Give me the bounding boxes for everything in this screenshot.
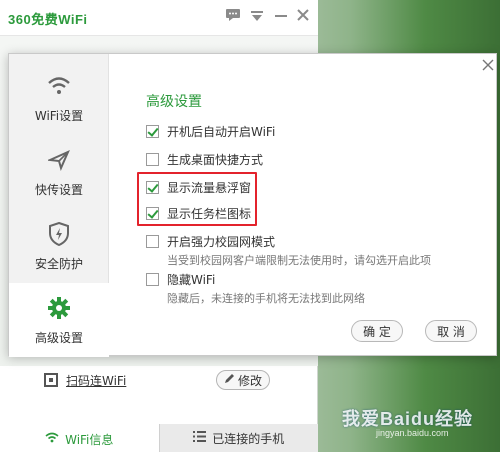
annotation-highlight [137, 172, 257, 226]
scan-row[interactable]: 扫码连WiFi [44, 372, 126, 388]
option-description: 隐藏后，未连接的手机将无法找到此网络 [167, 292, 365, 305]
app-brand: 360免费WiFi [8, 12, 88, 27]
sidebar-item-transfer-settings[interactable]: 快传设置 [9, 135, 109, 209]
option-description: 当受到校园网客户端限制无法使用时，请勾选开启此项 [167, 254, 431, 267]
sidebar-item-security[interactable]: 安全防护 [9, 209, 109, 283]
chevron-down-icon[interactable] [248, 8, 266, 26]
pencil-icon [224, 373, 235, 387]
checkbox[interactable] [146, 272, 159, 286]
bottom-tabs: WiFi信息 已连接的手机 [0, 424, 318, 452]
sidebar-item-label: WiFi设置 [34, 108, 84, 123]
option-label: 开启强力校园网模式 [167, 234, 276, 249]
close-icon[interactable] [294, 8, 312, 26]
settings-dialog: WiFi设置 快传设置 安全防护 高级设置 高级设置 开机后自动开启WiFi 生… [8, 53, 497, 357]
qr-code-icon [44, 373, 58, 387]
sidebar-item-label: 高级设置 [34, 330, 83, 345]
option-desktop-shortcut[interactable]: 生成桌面快捷方式 [146, 151, 263, 167]
checkbox[interactable] [146, 124, 159, 138]
option-campus-mode[interactable]: 开启强力校园网模式 [146, 233, 275, 249]
tab-wifi-info-label: WiFi信息 [65, 432, 114, 447]
settings-sidebar: WiFi设置 快传设置 安全防护 高级设置 [9, 54, 109, 357]
option-label: 生成桌面快捷方式 [167, 152, 264, 167]
checkbox[interactable] [146, 152, 159, 166]
gear-icon [46, 295, 72, 321]
send-icon [46, 147, 72, 173]
shield-icon [46, 221, 72, 247]
wifi-icon [45, 432, 59, 446]
option-label: 隐藏WiFi [167, 272, 216, 287]
sidebar-item-label: 安全防护 [34, 256, 83, 271]
list-icon [193, 430, 207, 446]
tab-wifi-info[interactable]: WiFi信息 [0, 424, 159, 452]
ok-button[interactable]: 确 定 [351, 320, 403, 342]
edit-button[interactable]: 修改 [216, 370, 270, 390]
minimize-icon[interactable] [272, 8, 290, 26]
checkbox[interactable] [146, 234, 159, 248]
chat-icon[interactable] [224, 8, 242, 26]
tab-connected-phones-label: 已连接的手机 [212, 431, 285, 446]
wifi-icon [46, 73, 72, 99]
option-label: 开机后自动开启WiFi [167, 124, 276, 139]
section-title: 高级设置 [146, 94, 202, 110]
sidebar-item-wifi-settings[interactable]: WiFi设置 [9, 61, 109, 135]
sidebar-item-label: 快传设置 [34, 182, 83, 197]
option-hide-wifi[interactable]: 隐藏WiFi [146, 271, 215, 287]
sidebar-item-advanced-settings[interactable]: 高级设置 [9, 283, 109, 357]
watermark-url: jingyan.baidu.com [376, 428, 449, 438]
edit-button-label: 修改 [237, 373, 262, 388]
scan-connect-link[interactable]: 扫码连WiFi [66, 372, 126, 389]
cancel-button[interactable]: 取 消 [425, 320, 477, 342]
main-header: 360免费WiFi [0, 0, 318, 36]
tab-connected-phones[interactable]: 已连接的手机 [158, 424, 318, 452]
option-auto-start-wifi[interactable]: 开机后自动开启WiFi [146, 123, 275, 139]
